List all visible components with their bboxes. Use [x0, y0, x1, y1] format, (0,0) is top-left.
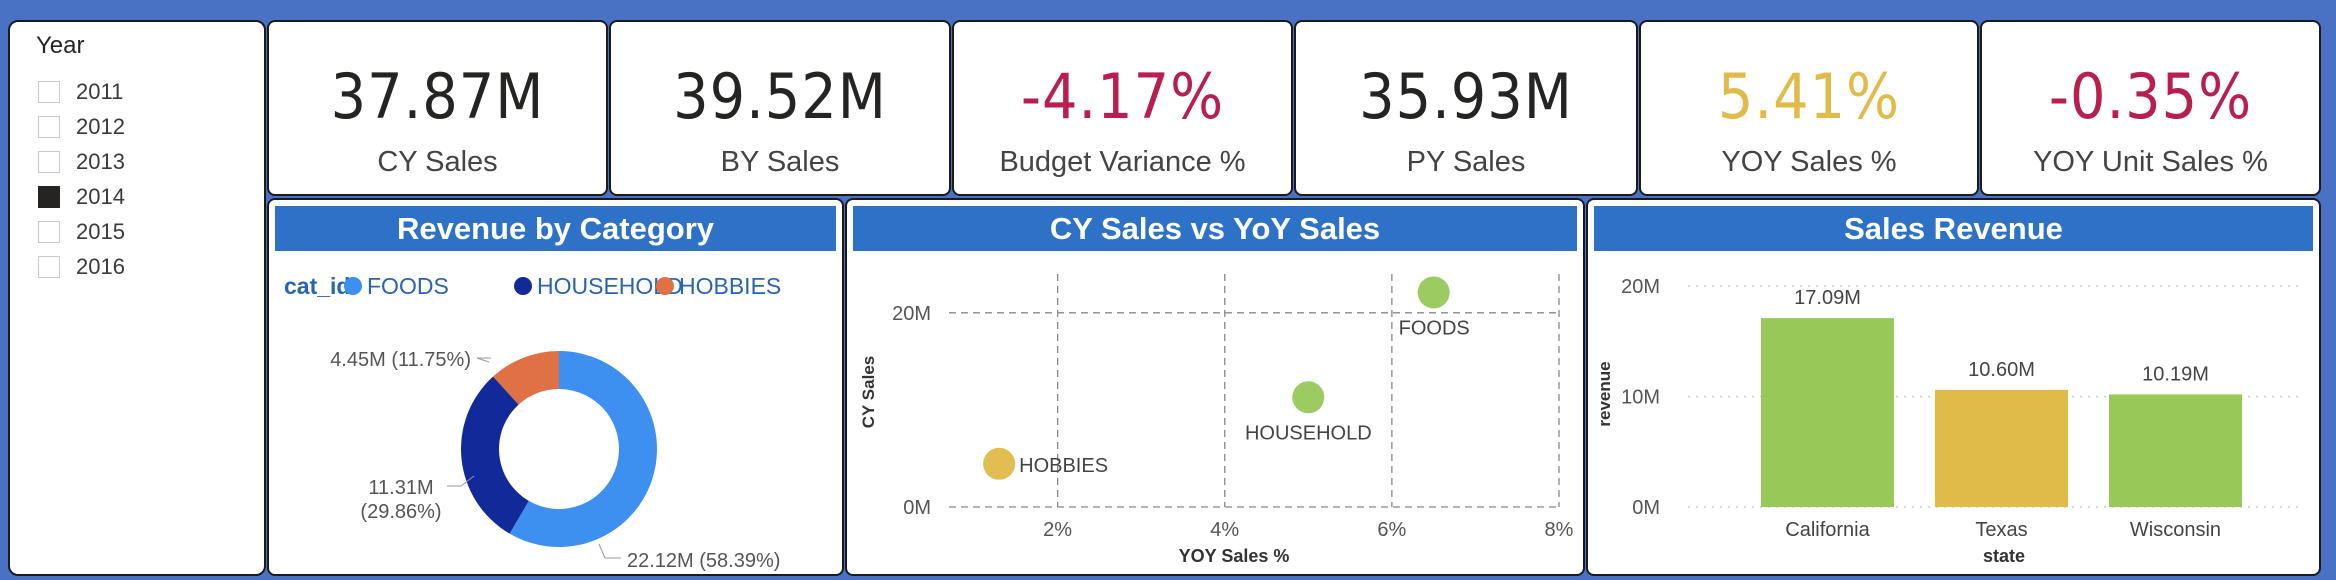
- data-label: 10.19M: [2142, 363, 2209, 385]
- x-tick-label: California: [1785, 519, 1870, 541]
- checkbox[interactable]: [38, 185, 60, 208]
- kpi-value: -4.17%: [1020, 60, 1225, 133]
- checkbox[interactable]: [38, 80, 60, 103]
- scatter-chart: 2% 4% 6% 8% 0M 20M YOY Sales % CY Sales FOODS HOU…: [859, 274, 1574, 566]
- kpi-value: 37.87M: [330, 60, 545, 133]
- slicer-item-label: 2014: [76, 183, 125, 209]
- kpi-card-cy-sales[interactable]: 37.87M CY Sales: [267, 20, 608, 196]
- cy-vs-yoy-visual[interactable]: CY Sales vs YoY Sales 2% 4% 6% 8% 0M 20M YOY S…: [845, 198, 1585, 576]
- slicer-item-2014[interactable]: 2014: [38, 179, 125, 214]
- point-label: HOBBIES: [1019, 455, 1108, 477]
- data-label-household-percent: (29.86%): [360, 501, 441, 523]
- scatter-point-foods: [1417, 276, 1450, 309]
- checkbox[interactable]: [38, 220, 60, 243]
- kpi-label: Budget Variance %: [999, 146, 1246, 178]
- bar-chart: 0M 10M 20M 17.09M California 10.60M Texas 10.19…: [1595, 276, 2298, 566]
- y-axis-title: CY Sales: [859, 356, 878, 428]
- legend-marker-household: [514, 277, 532, 295]
- x-tick-label: Texas: [1975, 519, 2027, 541]
- x-axis-title: state: [1983, 546, 2025, 566]
- slicer-item-label: 2016: [76, 253, 125, 279]
- y-tick-label: 0M: [903, 497, 931, 519]
- checkbox[interactable]: [38, 255, 60, 278]
- slicer-item-2013[interactable]: 2013: [38, 144, 125, 179]
- slicer-list: 2011 2012 2013 2014 2015 2016: [38, 74, 125, 284]
- kpi-value: 5.41%: [1717, 60, 1901, 133]
- kpi-label: CY Sales: [377, 146, 498, 178]
- data-label-foods: 22.12M (58.39%): [627, 550, 780, 572]
- slicer-item-label: 2015: [76, 218, 125, 244]
- kpi-value: -0.35%: [2048, 60, 2253, 133]
- slicer-item-label: 2012: [76, 113, 125, 139]
- slicer-item-2016[interactable]: 2016: [38, 249, 125, 284]
- kpi-label: YOY Sales %: [1721, 146, 1897, 178]
- legend-label: FOODS: [367, 273, 449, 299]
- revenue-by-category-visual[interactable]: Revenue by Category cat_id FOODS HOUSEHOL…: [267, 198, 844, 576]
- checkbox[interactable]: [38, 115, 60, 138]
- legend-label: HOBBIES: [679, 273, 781, 299]
- kpi-card-budget-variance[interactable]: -4.17% Budget Variance %: [952, 20, 1293, 196]
- x-tick-label: 2%: [1043, 519, 1072, 541]
- checkbox[interactable]: [38, 150, 60, 173]
- data-label: 17.09M: [1794, 287, 1861, 309]
- y-tick-label: 10M: [1621, 387, 1660, 409]
- x-axis-title: YOY Sales %: [1179, 546, 1290, 566]
- legend-title: cat_id: [284, 273, 350, 299]
- kpi-value: 35.93M: [1359, 60, 1573, 133]
- visual-title: CY Sales vs YoY Sales: [853, 206, 1577, 251]
- y-tick-label: 20M: [1621, 276, 1660, 298]
- kpi-card-yoy-sales[interactable]: 5.41% YOY Sales %: [1639, 20, 1979, 196]
- x-tick-label: 6%: [1377, 519, 1406, 541]
- legend-marker-foods: [344, 277, 362, 295]
- scatter-point-hobbies: [983, 447, 1016, 480]
- x-tick-label: 4%: [1210, 519, 1239, 541]
- slicer-item-label: 2011: [76, 78, 124, 104]
- kpi-value: 39.52M: [673, 60, 887, 133]
- point-label: FOODS: [1399, 317, 1470, 339]
- kpi-label: PY Sales: [1406, 146, 1526, 178]
- slicer-item-2012[interactable]: 2012: [38, 109, 125, 144]
- kpi-card-yoy-unit-sales[interactable]: -0.35% YOY Unit Sales %: [1980, 20, 2321, 196]
- bar-california: [1761, 318, 1894, 507]
- slicer-title: Year: [36, 32, 85, 59]
- leader-line: [598, 543, 621, 559]
- data-label-hobbies: 4.45M (11.75%): [330, 349, 471, 371]
- kpi-card-py-sales[interactable]: 35.93M PY Sales: [1294, 20, 1638, 196]
- leader-line: [476, 357, 491, 363]
- point-label: HOUSEHOLD: [1245, 422, 1372, 444]
- y-tick-label: 0M: [1632, 497, 1660, 519]
- kpi-label: YOY Unit Sales %: [2033, 146, 2268, 178]
- x-tick-label: Wisconsin: [2130, 519, 2221, 541]
- slicer-item-2011[interactable]: 2011: [38, 74, 125, 109]
- year-slicer: Year 2011 2012 2013 2014 2015 2016: [8, 20, 266, 576]
- data-label: 10.60M: [1968, 359, 2035, 381]
- bar-texas: [1935, 389, 2068, 507]
- legend-marker-hobbies: [656, 277, 674, 295]
- sales-revenue-visual[interactable]: Sales Revenue 0M 10M 20M 17.09M California 10…: [1586, 198, 2321, 576]
- kpi-card-by-sales[interactable]: 39.52M BY Sales: [609, 20, 951, 196]
- chart-legend: FOODS HOUSEHOLDHOBBIES: [344, 273, 781, 299]
- scatter-point-household: [1292, 381, 1325, 414]
- slicer-item-2015[interactable]: 2015: [38, 214, 125, 249]
- x-tick-label: 8%: [1545, 519, 1574, 541]
- slicer-item-label: 2013: [76, 148, 125, 174]
- data-label-household-value: 11.31M: [368, 477, 433, 499]
- y-tick-label: 20M: [892, 303, 931, 325]
- y-axis-title: revenue: [1595, 361, 1614, 426]
- donut-slices: [461, 351, 657, 547]
- kpi-label: BY Sales: [720, 146, 840, 178]
- visual-title: Sales Revenue: [1594, 206, 2313, 251]
- visual-title: Revenue by Category: [275, 206, 836, 251]
- donut-chart: cat_id FOODS HOUSEHOLDHOBBIES 22.12M (58.…: [284, 273, 781, 572]
- bar-wisconsin: [2109, 394, 2242, 507]
